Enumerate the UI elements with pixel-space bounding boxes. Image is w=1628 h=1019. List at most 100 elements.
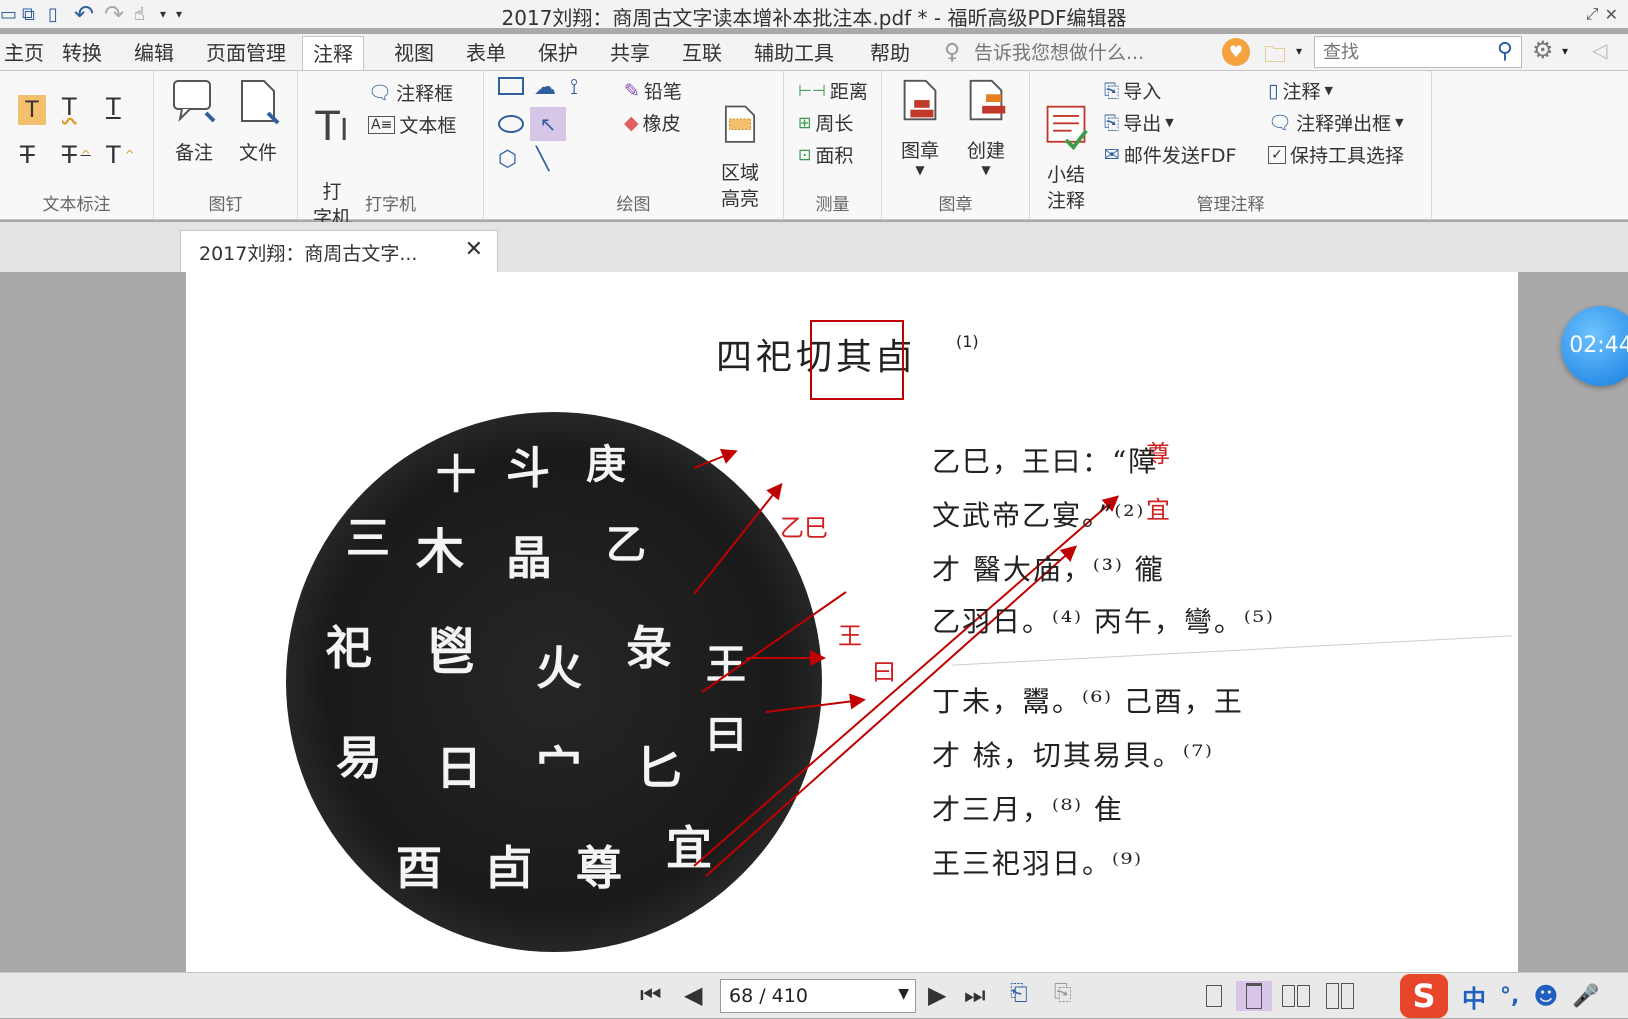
restore-icon[interactable]: ⤢ [1586, 4, 1599, 24]
search-input[interactable] [1315, 37, 1485, 67]
search-field[interactable]: ⚲ [1314, 36, 1522, 68]
polygon-icon[interactable]: ⬡ [498, 147, 517, 172]
first-page-icon[interactable]: ⏮ [640, 981, 662, 1009]
collapse-ribbon-icon[interactable]: ◁ [1592, 38, 1607, 62]
close-tab-icon[interactable]: ✕ [465, 237, 483, 262]
annotation-text[interactable]: 曰 [872, 652, 896, 687]
callout-button[interactable]: 🗨 注释框 [368, 79, 453, 106]
folder-dropdown-icon[interactable]: ▾ [1296, 44, 1302, 58]
next-page-icon[interactable]: ▶ [928, 981, 946, 1009]
next-view-icon[interactable]: ⎘ [1054, 981, 1072, 1006]
window-controls: ⤢ ✕ [1586, 0, 1618, 28]
stamp-button[interactable]: 图章 ▼ [890, 77, 950, 177]
annotation-text[interactable]: 宜 [1146, 490, 1170, 525]
comment-list-label: 注释 [1282, 81, 1321, 103]
tab-convert[interactable]: 转换 [52, 36, 112, 70]
stamp-dropdown-icon[interactable]: ▼ [890, 163, 950, 177]
pencil-button[interactable]: ✎ 铅笔 [624, 77, 682, 104]
import-label: 导入 [1123, 81, 1162, 103]
gear-icon[interactable]: ⚙ [1532, 36, 1554, 64]
arrow-annotation[interactable] [765, 693, 866, 713]
strikeout-icon[interactable]: T [20, 141, 35, 169]
tab-comment[interactable]: 注释 [302, 36, 364, 70]
popup-note-label: 注释弹出框 [1296, 113, 1392, 135]
close-window-icon[interactable]: ✕ [1605, 5, 1618, 24]
line-icon[interactable]: ╲ [536, 147, 549, 172]
insert-text-icon[interactable]: T ^ [106, 141, 135, 169]
perimeter-label: 周长 [815, 113, 854, 135]
annotation-text[interactable]: 乙巳 [780, 508, 828, 543]
replace-text-icon[interactable]: T ^ [62, 141, 91, 169]
callout-label: 注释框 [396, 83, 454, 105]
comment-dropdown-icon[interactable]: ▼ [1324, 84, 1332, 97]
file-button[interactable]: 文件 [228, 77, 288, 165]
popup-dropdown-icon[interactable]: ▼ [1395, 116, 1403, 129]
arrow-tool-icon[interactable]: ↖ [530, 107, 566, 141]
comment-list-button[interactable]: ▯ 注释 ▼ [1268, 77, 1333, 104]
pdf-page[interactable]: 四祀切其卣 (1) 十 斗 庚 三 木 晶 乙 祀 鬯 火 彔 王 易 日 宀 … [186, 272, 1628, 972]
search-icon[interactable]: ⚲ [1497, 39, 1513, 64]
heart-icon[interactable]: ♥ [1222, 38, 1250, 66]
perimeter-button[interactable]: ⊞ 周长 [798, 109, 853, 136]
note-button[interactable]: 备注 [164, 77, 224, 165]
popup-note-button[interactable]: 🗨 注释弹出框 ▼ [1268, 109, 1404, 136]
area-button[interactable]: ⊡ 面积 [798, 141, 853, 168]
tab-help[interactable]: 帮助 [860, 36, 920, 70]
create-stamp-dropdown-icon[interactable]: ▼ [956, 163, 1016, 177]
squiggly-icon[interactable]: T [62, 93, 77, 121]
page-number-field[interactable]: 68 / 410 ▼ [720, 979, 916, 1013]
oval-icon[interactable] [498, 115, 524, 133]
group-drawing: ☁ ⟟ ↖ ⬡ ╲ ✎ 铅笔 ◆ 橡皮 区域 高亮 绘图 [484, 71, 784, 219]
stamp-icon [903, 79, 937, 121]
last-page-icon[interactable]: ⏭ [964, 981, 986, 1009]
import-button[interactable]: ⎘ 导入 [1104, 77, 1161, 104]
page-dropdown-icon[interactable]: ▼ [898, 986, 909, 1002]
ime-mode[interactable]: 中 [1462, 979, 1486, 1014]
continuous-view-icon[interactable] [1236, 981, 1272, 1011]
email-fdf-button[interactable]: ✉ 邮件发送FDF [1104, 141, 1236, 168]
emoji-icon[interactable]: ☻ [1533, 982, 1558, 1010]
prev-page-icon[interactable]: ◀ [684, 981, 702, 1009]
continuous-facing-view-icon[interactable] [1322, 981, 1358, 1011]
perimeter-icon: ⊞ [798, 113, 812, 132]
underline-icon[interactable]: T [106, 93, 121, 121]
create-stamp-button[interactable]: 创建 ▼ [956, 77, 1016, 177]
arrow-annotation[interactable] [693, 482, 783, 595]
polyline-icon[interactable]: ⟟ [570, 75, 578, 100]
eraser-icon: ◆ [624, 111, 639, 134]
arrow-annotation[interactable] [693, 449, 738, 469]
tab-protect[interactable]: 保护 [528, 36, 588, 70]
previous-view-icon[interactable]: ⎗ [1010, 981, 1028, 1006]
facing-view-icon[interactable] [1278, 981, 1314, 1011]
punctuation-icon[interactable]: °, [1500, 984, 1519, 1009]
summarize-comments-button[interactable]: 小结 注释 [1038, 77, 1094, 240]
annotation-text[interactable]: 王 [838, 616, 862, 651]
single-page-view-icon[interactable] [1196, 981, 1232, 1011]
tab-home[interactable]: 主页 [0, 36, 54, 70]
settings-dropdown-icon[interactable]: ▾ [1562, 44, 1568, 58]
textbox-button[interactable]: A≡ 文本框 [368, 111, 456, 138]
group-pin: 备注 文件 图钉 [154, 71, 298, 219]
tab-accessibility[interactable]: 辅助工具 [744, 36, 844, 70]
tab-page-management[interactable]: 页面管理 [196, 36, 296, 70]
tab-share[interactable]: 共享 [600, 36, 660, 70]
tab-connect[interactable]: 互联 [672, 36, 732, 70]
tell-me-input[interactable]: 告诉我您想做什么... [974, 38, 1144, 68]
microphone-icon[interactable]: 🎤 [1572, 984, 1599, 1009]
document-viewport[interactable]: 四祀切其卣 (1) 十 斗 庚 三 木 晶 乙 祀 鬯 火 彔 王 易 日 宀 … [0, 272, 1628, 972]
arrow-annotation[interactable] [701, 591, 847, 693]
eraser-button[interactable]: ◆ 橡皮 [624, 109, 681, 136]
highlight-text-icon[interactable]: T [18, 95, 46, 125]
recording-timer[interactable]: 02:44 [1561, 306, 1628, 386]
export-button[interactable]: ⎘ 导出 ▼ [1104, 109, 1174, 136]
tab-view[interactable]: 视图 [384, 36, 444, 70]
tab-edit[interactable]: 编辑 [124, 36, 184, 70]
sogou-logo-icon[interactable]: S [1400, 974, 1448, 1018]
keep-tool-checkbox[interactable]: ✓ 保持工具选择 [1268, 141, 1404, 168]
export-dropdown-icon[interactable]: ▼ [1165, 116, 1173, 129]
document-tab[interactable]: 2017刘翔：商周古文字... ✕ [180, 230, 498, 272]
tab-form[interactable]: 表单 [456, 36, 516, 70]
cloud-icon[interactable]: ☁ [534, 75, 556, 100]
rectangle-icon[interactable] [498, 77, 524, 95]
distance-button[interactable]: ⊢⊣ 距离 [798, 77, 868, 104]
